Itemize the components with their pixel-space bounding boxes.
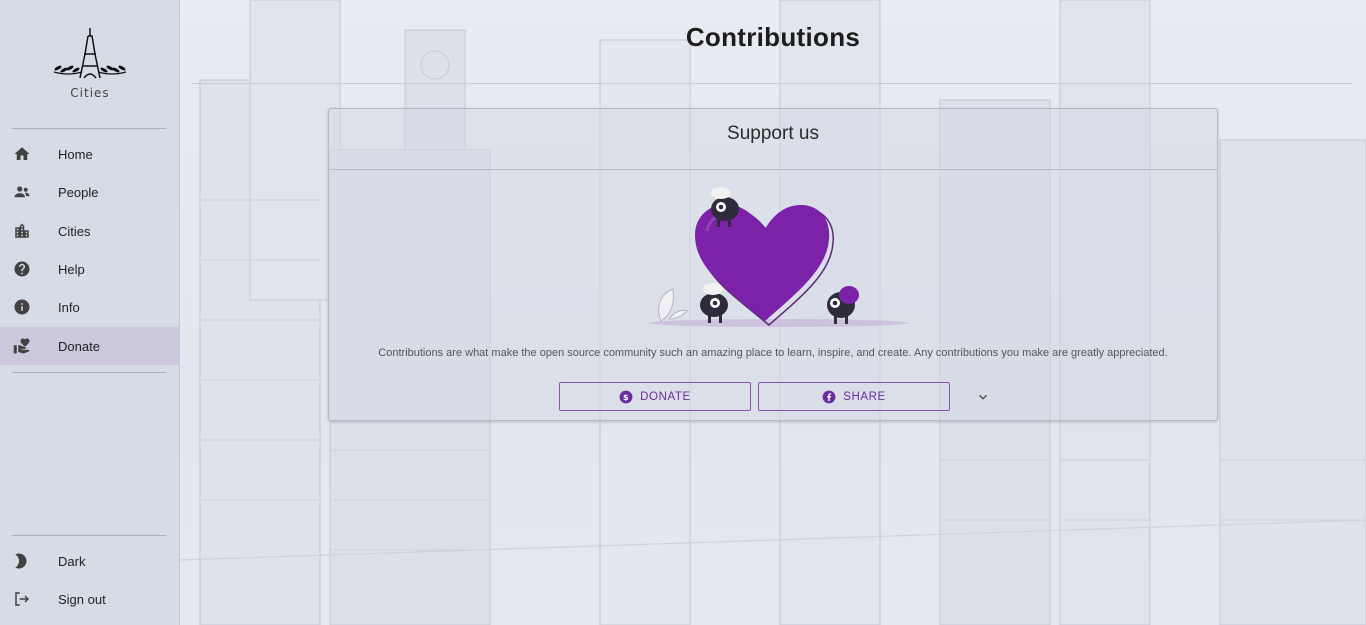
- support-illustration: [649, 187, 909, 327]
- page-title: Contributions: [685, 22, 861, 52]
- logo-text: Cities: [70, 86, 110, 100]
- share-label: Share: [843, 390, 886, 403]
- info-icon: [12, 297, 32, 317]
- sidebar-item-donate[interactable]: Donate: [0, 327, 179, 365]
- moon-icon: [12, 551, 32, 571]
- svg-text:$: $: [623, 391, 629, 401]
- sidebar-item-cities[interactable]: Cities: [0, 212, 179, 250]
- sign-out-button[interactable]: Sign out: [0, 580, 179, 618]
- facebook-icon: [822, 390, 836, 403]
- sign-out-label: Sign out: [58, 591, 106, 607]
- sidebar: Cities Home People Cities Help Info Dona…: [0, 0, 180, 625]
- sidebar-item-help[interactable]: Help: [0, 250, 179, 288]
- contribution-description: Contributions are what make the open sou…: [378, 347, 1168, 359]
- help-icon: [12, 259, 32, 279]
- home-icon: [12, 144, 32, 164]
- sidebar-item-label: Home: [58, 146, 93, 162]
- donate-icon: [12, 336, 32, 356]
- sign-out-icon: [12, 589, 32, 609]
- eiffel-tower-icon: [53, 28, 127, 79]
- sidebar-item-label: People: [58, 184, 99, 200]
- donate-button[interactable]: $ Donate: [559, 382, 751, 411]
- sidebar-divider-top: [12, 128, 166, 129]
- cities-logo[interactable]: Cities: [48, 24, 132, 104]
- sidebar-divider-bottom: [12, 535, 166, 536]
- sidebar-divider-middle: [12, 372, 166, 373]
- people-icon: [12, 182, 32, 202]
- sidebar-item-info[interactable]: Info: [0, 288, 179, 326]
- card-title: Support us: [727, 123, 819, 144]
- donate-label: Donate: [640, 390, 691, 403]
- sidebar-item-label: Help: [58, 261, 85, 277]
- sidebar-item-people[interactable]: People: [0, 173, 179, 211]
- dark-mode-toggle[interactable]: Dark: [0, 542, 179, 580]
- sidebar-item-home[interactable]: Home: [0, 135, 179, 173]
- sidebar-item-label: Info: [58, 299, 80, 315]
- title-divider: [192, 83, 1352, 84]
- sidebar-item-label: Donate: [58, 338, 100, 354]
- card-divider: [329, 169, 1217, 170]
- dark-mode-label: Dark: [58, 553, 86, 569]
- sidebar-item-label: Cities: [58, 223, 91, 239]
- support-card: Support us Contributions are what make t…: [328, 108, 1218, 421]
- expand-chevron[interactable]: [973, 388, 993, 406]
- city-icon: [12, 221, 32, 241]
- chevron-down-icon: [978, 394, 988, 400]
- dollar-circle-icon: $: [619, 390, 633, 403]
- share-button[interactable]: Share: [758, 382, 950, 411]
